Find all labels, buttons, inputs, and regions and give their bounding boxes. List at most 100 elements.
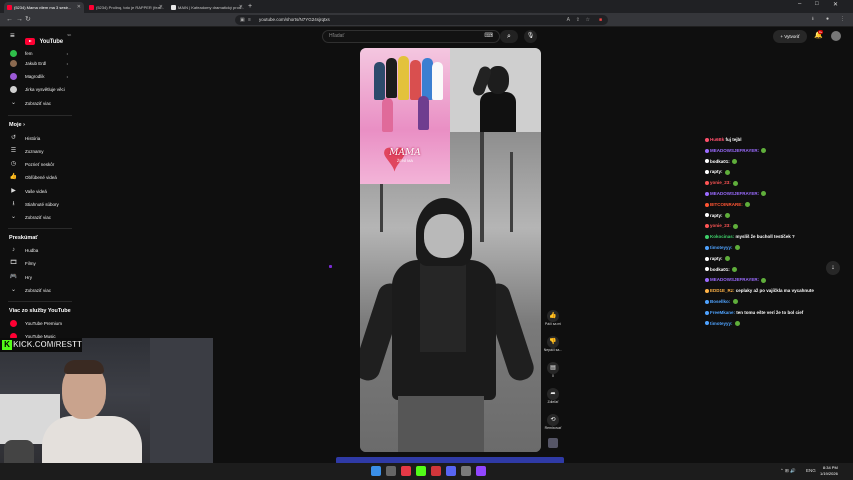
chat-username: rapty:	[710, 212, 723, 218]
sidebar-show-more[interactable]: ⌄ Zobraziť viac	[0, 97, 80, 110]
emote-icon	[761, 277, 767, 283]
share-icon[interactable]: ⇪	[576, 15, 580, 25]
next-short-button[interactable]: ↓	[826, 261, 840, 275]
section-title-you[interactable]: Moje ›	[9, 122, 25, 128]
sidebar-item-premium[interactable]: YouTube Premium	[0, 317, 80, 330]
webcam-overlay	[0, 338, 213, 480]
app-icon[interactable]	[476, 466, 486, 476]
close-tab-icon[interactable]: ✕	[77, 2, 81, 13]
sidebar-item-movies[interactable]: 🎞 Filmy	[0, 257, 80, 270]
comments-count: 0	[552, 374, 554, 378]
reaction-body	[480, 92, 516, 132]
youtube-premium-icon	[10, 320, 17, 327]
sidebar-item-label: Pozrieť neskôr	[25, 162, 55, 167]
emote-icon	[745, 202, 751, 208]
close-tab-icon[interactable]: ✕	[159, 2, 163, 13]
app-icon[interactable]	[461, 466, 471, 476]
sidebar-item-gaming[interactable]: 🎮 Hry	[0, 271, 80, 284]
dislike-button[interactable]: 👎 Nepáči sa...	[541, 336, 565, 353]
user-badge-icon	[705, 256, 709, 261]
sidebar-item-label: Hry	[25, 275, 32, 280]
system-clock[interactable]: 8:34 PM 1/19/2026	[820, 465, 838, 477]
forward-arrow-icon[interactable]: →	[16, 15, 23, 24]
keyboard-icon[interactable]: ⌨	[484, 31, 493, 42]
live-dot-icon: •	[66, 74, 68, 79]
create-button[interactable]: + Vytvoriť	[773, 30, 807, 43]
share-label: Zdieľať	[547, 400, 559, 404]
close-tab-icon[interactable]: ✕	[239, 2, 243, 13]
download-icon[interactable]: ⭳	[812, 16, 814, 24]
translate-icon[interactable]: A	[567, 15, 570, 25]
new-tab-button[interactable]: +	[248, 2, 252, 11]
emote-icon	[724, 169, 730, 175]
share-button[interactable]: ➦ Zdieľať	[541, 388, 565, 405]
sidebar-item-watch-later[interactable]: ◷ Pozrieť neskôr	[0, 158, 80, 171]
mouse-cursor	[329, 265, 332, 268]
back-arrow-icon[interactable]: ←	[6, 15, 13, 24]
sidebar-item-music[interactable]: ♪ Hudba	[0, 244, 80, 257]
browser-tab-active[interactable]: (5234) Mama vilem ma 3 sestr... ✕	[4, 2, 84, 13]
sidebar-show-more[interactable]: ⌄ Zobraziť viac	[0, 284, 80, 297]
browser-tab[interactable]: (5234) Prolinq, toto je RAPPER (feat... …	[86, 2, 166, 13]
kick-app-icon[interactable]	[416, 466, 426, 476]
hamburger-menu-icon[interactable]: ≡	[10, 32, 15, 40]
sidebar-subscription[interactable]: Jakub Erdl •	[0, 57, 80, 70]
profile-icon[interactable]: ●	[826, 16, 829, 22]
sidebar-item-your-videos[interactable]: ▶ Vaše videá	[0, 185, 80, 198]
address-bar[interactable]: ▣ ≡ youtube.com/shorts/N7YG24sjrqtxs A ⇪…	[235, 15, 608, 25]
minimize-button[interactable]: –	[798, 1, 801, 7]
close-window-button[interactable]: ✕	[833, 1, 838, 8]
chevron-down-icon: ⌄	[10, 287, 17, 293]
sidebar-item-playlists[interactable]: ☰ Zoznamy	[0, 145, 80, 158]
maximize-button[interactable]: □	[815, 1, 819, 7]
reload-icon[interactable]: ↻	[25, 15, 31, 24]
chat-text: ceplaky až po vajíčkla ma vycahnute	[735, 288, 814, 294]
chat-message: rapty:	[705, 256, 823, 262]
bookmark-star-icon[interactable]: ☆	[586, 15, 590, 25]
sidebar-item-label: Hudba	[25, 248, 39, 253]
shorts-video-player[interactable]: ♥ MAMA ŽENÍ MA	[360, 48, 541, 452]
youtube-icon	[89, 5, 94, 10]
remix-button[interactable]: ⟲ Remixovať	[541, 414, 565, 431]
browser-app-icon[interactable]	[401, 466, 411, 476]
account-avatar[interactable]	[831, 31, 841, 41]
comments-button[interactable]: ▤ 0	[541, 362, 565, 379]
menu-dots-icon[interactable]: ⋮	[840, 16, 845, 22]
app-icon[interactable]	[431, 466, 441, 476]
sidebar-item-liked[interactable]: 👍 Obľúbené videá	[0, 171, 80, 184]
sound-thumbnail[interactable]	[541, 438, 565, 448]
sidebar-subscription[interactable]: Jirka vysvětluje věci	[0, 83, 80, 96]
windows-start-icon[interactable]	[371, 466, 381, 476]
notifications-button[interactable]: 🔔 9+	[814, 30, 824, 39]
channel-avatar	[10, 50, 17, 57]
search-button[interactable]: ⌕	[500, 30, 518, 43]
chat-message: timoteyyy:	[705, 245, 823, 251]
emote-icon	[761, 191, 767, 197]
user-badge-icon	[705, 181, 709, 185]
tray-language[interactable]: ENG	[806, 468, 816, 473]
youtube-logo[interactable]: YouTube SK	[25, 33, 71, 46]
sidebar-item-downloads[interactable]: ⭳ Stiahnuté súbory	[0, 198, 80, 211]
sidebar-item-history[interactable]: ↺ História	[0, 132, 80, 145]
sidebar-show-more[interactable]: ⌄ Zobraziť viac	[0, 211, 80, 224]
chat-overlay: Hu6Bk fuj tejbl MEADOWSJEFRAYER: bodka01:…	[705, 137, 823, 331]
like-button[interactable]: 👍 Páči sa mi	[541, 310, 565, 327]
chat-username: yonie_23:	[710, 180, 731, 186]
browser-tab[interactable]: MAIN | Kafeadomy dramatický prod... ✕	[168, 2, 246, 13]
search-input[interactable]: Hľadať ⌨	[322, 30, 500, 43]
tune-icon[interactable]: ≡	[248, 15, 251, 25]
extension-icon[interactable]: ■	[599, 15, 602, 25]
kick-logo-icon: K	[2, 340, 12, 350]
discord-icon[interactable]	[446, 466, 456, 476]
chat-message: EDD1E_Rz: ceplaky až po vajíčkla ma vyca…	[705, 288, 823, 294]
tab-title: MAIN | Kafeadomy dramatický prod...	[178, 5, 245, 10]
streamer-hair	[64, 360, 104, 374]
emote-icon	[724, 256, 730, 262]
site-info-icon[interactable]: ▣	[240, 15, 245, 25]
chat-username: Bosellko:	[710, 298, 731, 304]
chat-text: myslíš že bucholl testíček ?	[735, 234, 795, 240]
voice-search-button[interactable]: 🎙	[524, 30, 537, 43]
tray-icons[interactable]: ⌃ ⊞ 🔊	[780, 468, 796, 474]
sidebar-subscription[interactable]: Magrodlik •	[0, 70, 80, 83]
search-icon[interactable]	[386, 466, 396, 476]
